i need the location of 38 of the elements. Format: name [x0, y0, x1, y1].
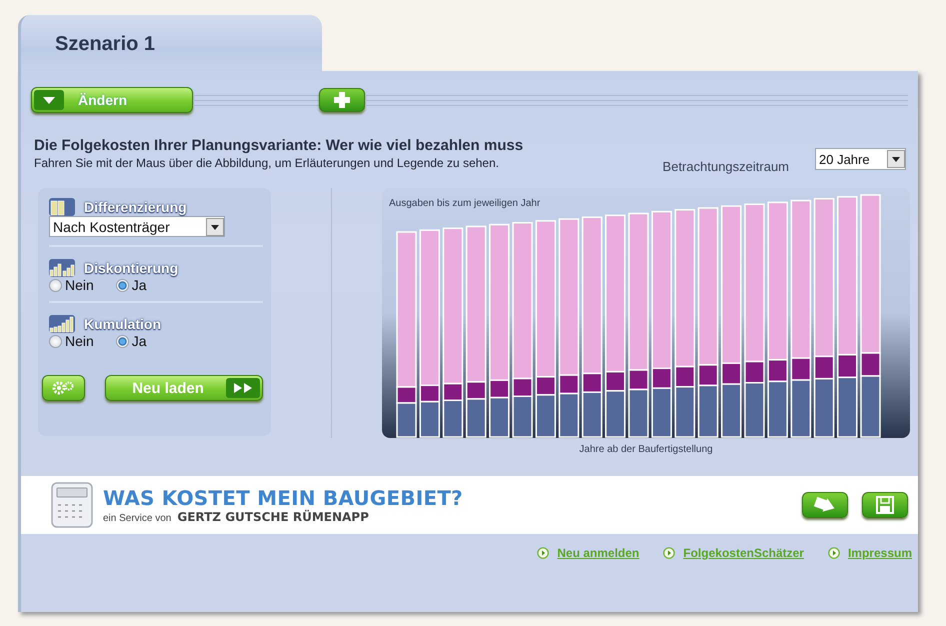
plus-icon — [334, 92, 350, 108]
calculator-icon — [51, 482, 93, 528]
brand-title: WAS KOSTET MEIN BAUGEBIET? — [103, 486, 464, 510]
radio-option[interactable]: Nein — [49, 333, 94, 349]
bar-chart-icon — [49, 198, 75, 216]
play-circle-icon — [537, 547, 550, 559]
radio-button[interactable] — [49, 334, 62, 348]
service-text: ein Service von — [103, 513, 172, 524]
fast-forward-icon — [226, 378, 260, 398]
heading: Die Folgekosten Ihrer Planungsvariante: Wer wie viel bezahlen muss — [34, 137, 524, 154]
bar-chart-icon — [49, 259, 75, 277]
radio-option[interactable]: Ja — [116, 277, 147, 293]
add-button[interactable] — [319, 88, 365, 112]
play-circle-icon — [828, 547, 840, 559]
settings-icon — [52, 381, 76, 395]
instruction-text: Fahren Sie mit der Maus über die Abbildung, um Erläuterungen und Legende zu sehen. — [34, 156, 500, 170]
save-button[interactable] — [862, 492, 908, 518]
bar-chart-icon — [49, 315, 75, 333]
export-button[interactable] — [802, 492, 848, 518]
cost-bearer-select[interactable]: Nach Kostenträger — [49, 216, 225, 237]
chart-title: Ausgaben bis zum jeweiligen Jahr — [389, 198, 540, 209]
radio-button[interactable] — [116, 334, 129, 348]
period-select[interactable]: 20 Jahre — [815, 148, 906, 170]
play-circle-icon — [663, 547, 676, 559]
tab-title: Szenario 1 — [55, 33, 156, 55]
radio-option[interactable]: Nein — [49, 277, 94, 293]
settings-button[interactable] — [42, 375, 86, 401]
chart-axis-label: Jahre ab der Baufertigstellung — [579, 444, 713, 455]
option-label: Kumulation — [84, 316, 161, 332]
radio-option[interactable]: Ja — [116, 333, 147, 349]
company-name: GERTZ GUTSCHE RÜMENAPP — [177, 510, 369, 524]
caret-icon — [34, 90, 64, 110]
radio-button[interactable] — [116, 278, 129, 292]
option-label: Differenzierung — [84, 199, 187, 215]
period-label: Betrachtungszeitraum — [662, 159, 789, 174]
option-label: Diskontierung — [84, 260, 178, 276]
radio-button[interactable] — [49, 278, 62, 292]
scenario-tab[interactable]: Szenario 1 — [18, 15, 322, 71]
